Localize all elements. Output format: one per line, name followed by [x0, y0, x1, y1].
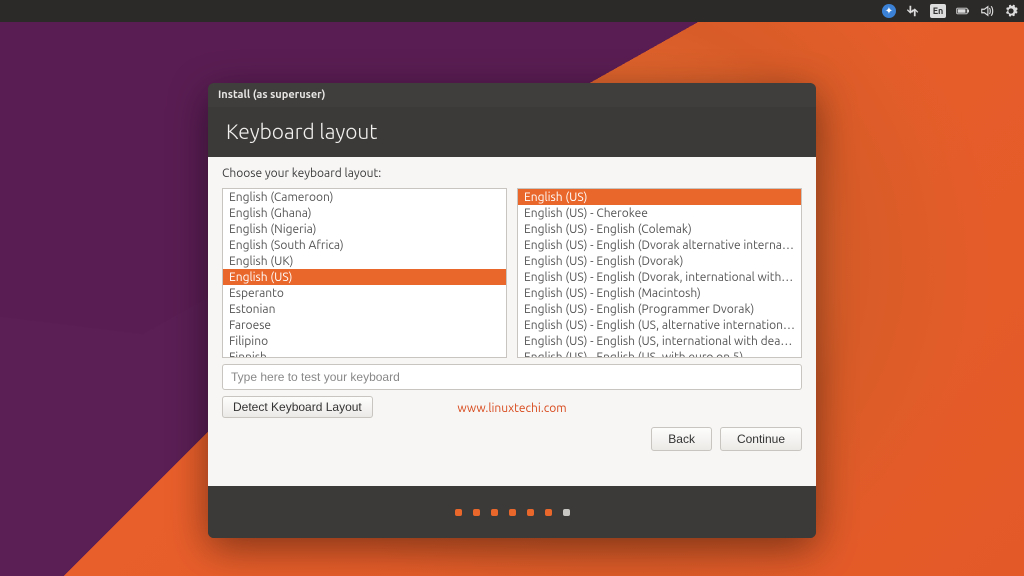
progress-dot — [527, 509, 534, 516]
variant-list-item[interactable]: English (US) - English (US, internationa… — [518, 333, 801, 349]
content-pane: Choose your keyboard layout: English (Ca… — [208, 157, 816, 486]
language-list-item[interactable]: English (Cameroon) — [223, 189, 506, 205]
page-heading: Keyboard layout — [226, 119, 798, 143]
header-pane: Keyboard layout — [208, 107, 816, 157]
progress-dot — [509, 509, 516, 516]
progress-dot — [491, 509, 498, 516]
progress-dot — [473, 509, 480, 516]
progress-dot — [545, 509, 552, 516]
variant-list-item[interactable]: English (US) - English (Programmer Dvora… — [518, 301, 801, 317]
gear-icon[interactable] — [1004, 4, 1018, 18]
language-list-item[interactable]: English (US) — [223, 269, 506, 285]
choose-label: Choose your keyboard layout: — [222, 167, 802, 180]
variant-list-item[interactable]: English (US) - English (Macintosh) — [518, 285, 801, 301]
layout-lists: English (Cameroon)English (Ghana)English… — [222, 188, 802, 358]
language-list-item[interactable]: English (South Africa) — [223, 237, 506, 253]
variant-list-item[interactable]: English (US) - English (Dvorak alternati… — [518, 237, 801, 253]
keyboard-indicator-icon[interactable]: En — [930, 4, 946, 18]
progress-dot — [455, 509, 462, 516]
language-list-item[interactable]: Estonian — [223, 301, 506, 317]
variant-list-item[interactable]: English (US) - English (US, alternative … — [518, 317, 801, 333]
variant-list-item[interactable]: English (US) - English (Colemak) — [518, 221, 801, 237]
installer-window: Install (as superuser) Keyboard layout C… — [208, 83, 816, 538]
variant-list-item[interactable]: English (US) - English (US, with euro on… — [518, 349, 801, 358]
progress-dot — [563, 509, 570, 516]
progress-dots — [208, 486, 816, 538]
variant-list-item[interactable]: English (US) — [518, 189, 801, 205]
variant-list-item[interactable]: English (US) - English (Dvorak) — [518, 253, 801, 269]
language-list-item[interactable]: Faroese — [223, 317, 506, 333]
language-list-item[interactable]: Esperanto — [223, 285, 506, 301]
window-titlebar: Install (as superuser) — [208, 83, 816, 107]
variant-list-item[interactable]: English (US) - Cherokee — [518, 205, 801, 221]
keyboard-test-input[interactable] — [222, 364, 802, 390]
system-top-bar: ✦ En — [0, 0, 1024, 22]
language-list-item[interactable]: Filipino — [223, 333, 506, 349]
battery-icon[interactable] — [956, 4, 970, 18]
language-list-item[interactable]: English (Ghana) — [223, 205, 506, 221]
language-list-item[interactable]: English (UK) — [223, 253, 506, 269]
accessibility-icon[interactable]: ✦ — [882, 4, 896, 18]
variant-listbox[interactable]: English (US)English (US) - CherokeeEngli… — [517, 188, 802, 358]
nav-buttons: Back Continue — [222, 421, 802, 451]
window-title: Install (as superuser) — [218, 89, 325, 101]
variant-list-item[interactable]: English (US) - English (Dvorak, internat… — [518, 269, 801, 285]
language-listbox[interactable]: English (Cameroon)English (Ghana)English… — [222, 188, 507, 358]
language-list-item[interactable]: Finnish — [223, 349, 506, 358]
network-icon[interactable] — [906, 4, 920, 18]
watermark-text: www.linuxtechi.com — [222, 402, 802, 415]
volume-icon[interactable] — [980, 4, 994, 18]
back-button[interactable]: Back — [651, 427, 712, 451]
continue-button[interactable]: Continue — [720, 427, 802, 451]
language-list-item[interactable]: English (Nigeria) — [223, 221, 506, 237]
